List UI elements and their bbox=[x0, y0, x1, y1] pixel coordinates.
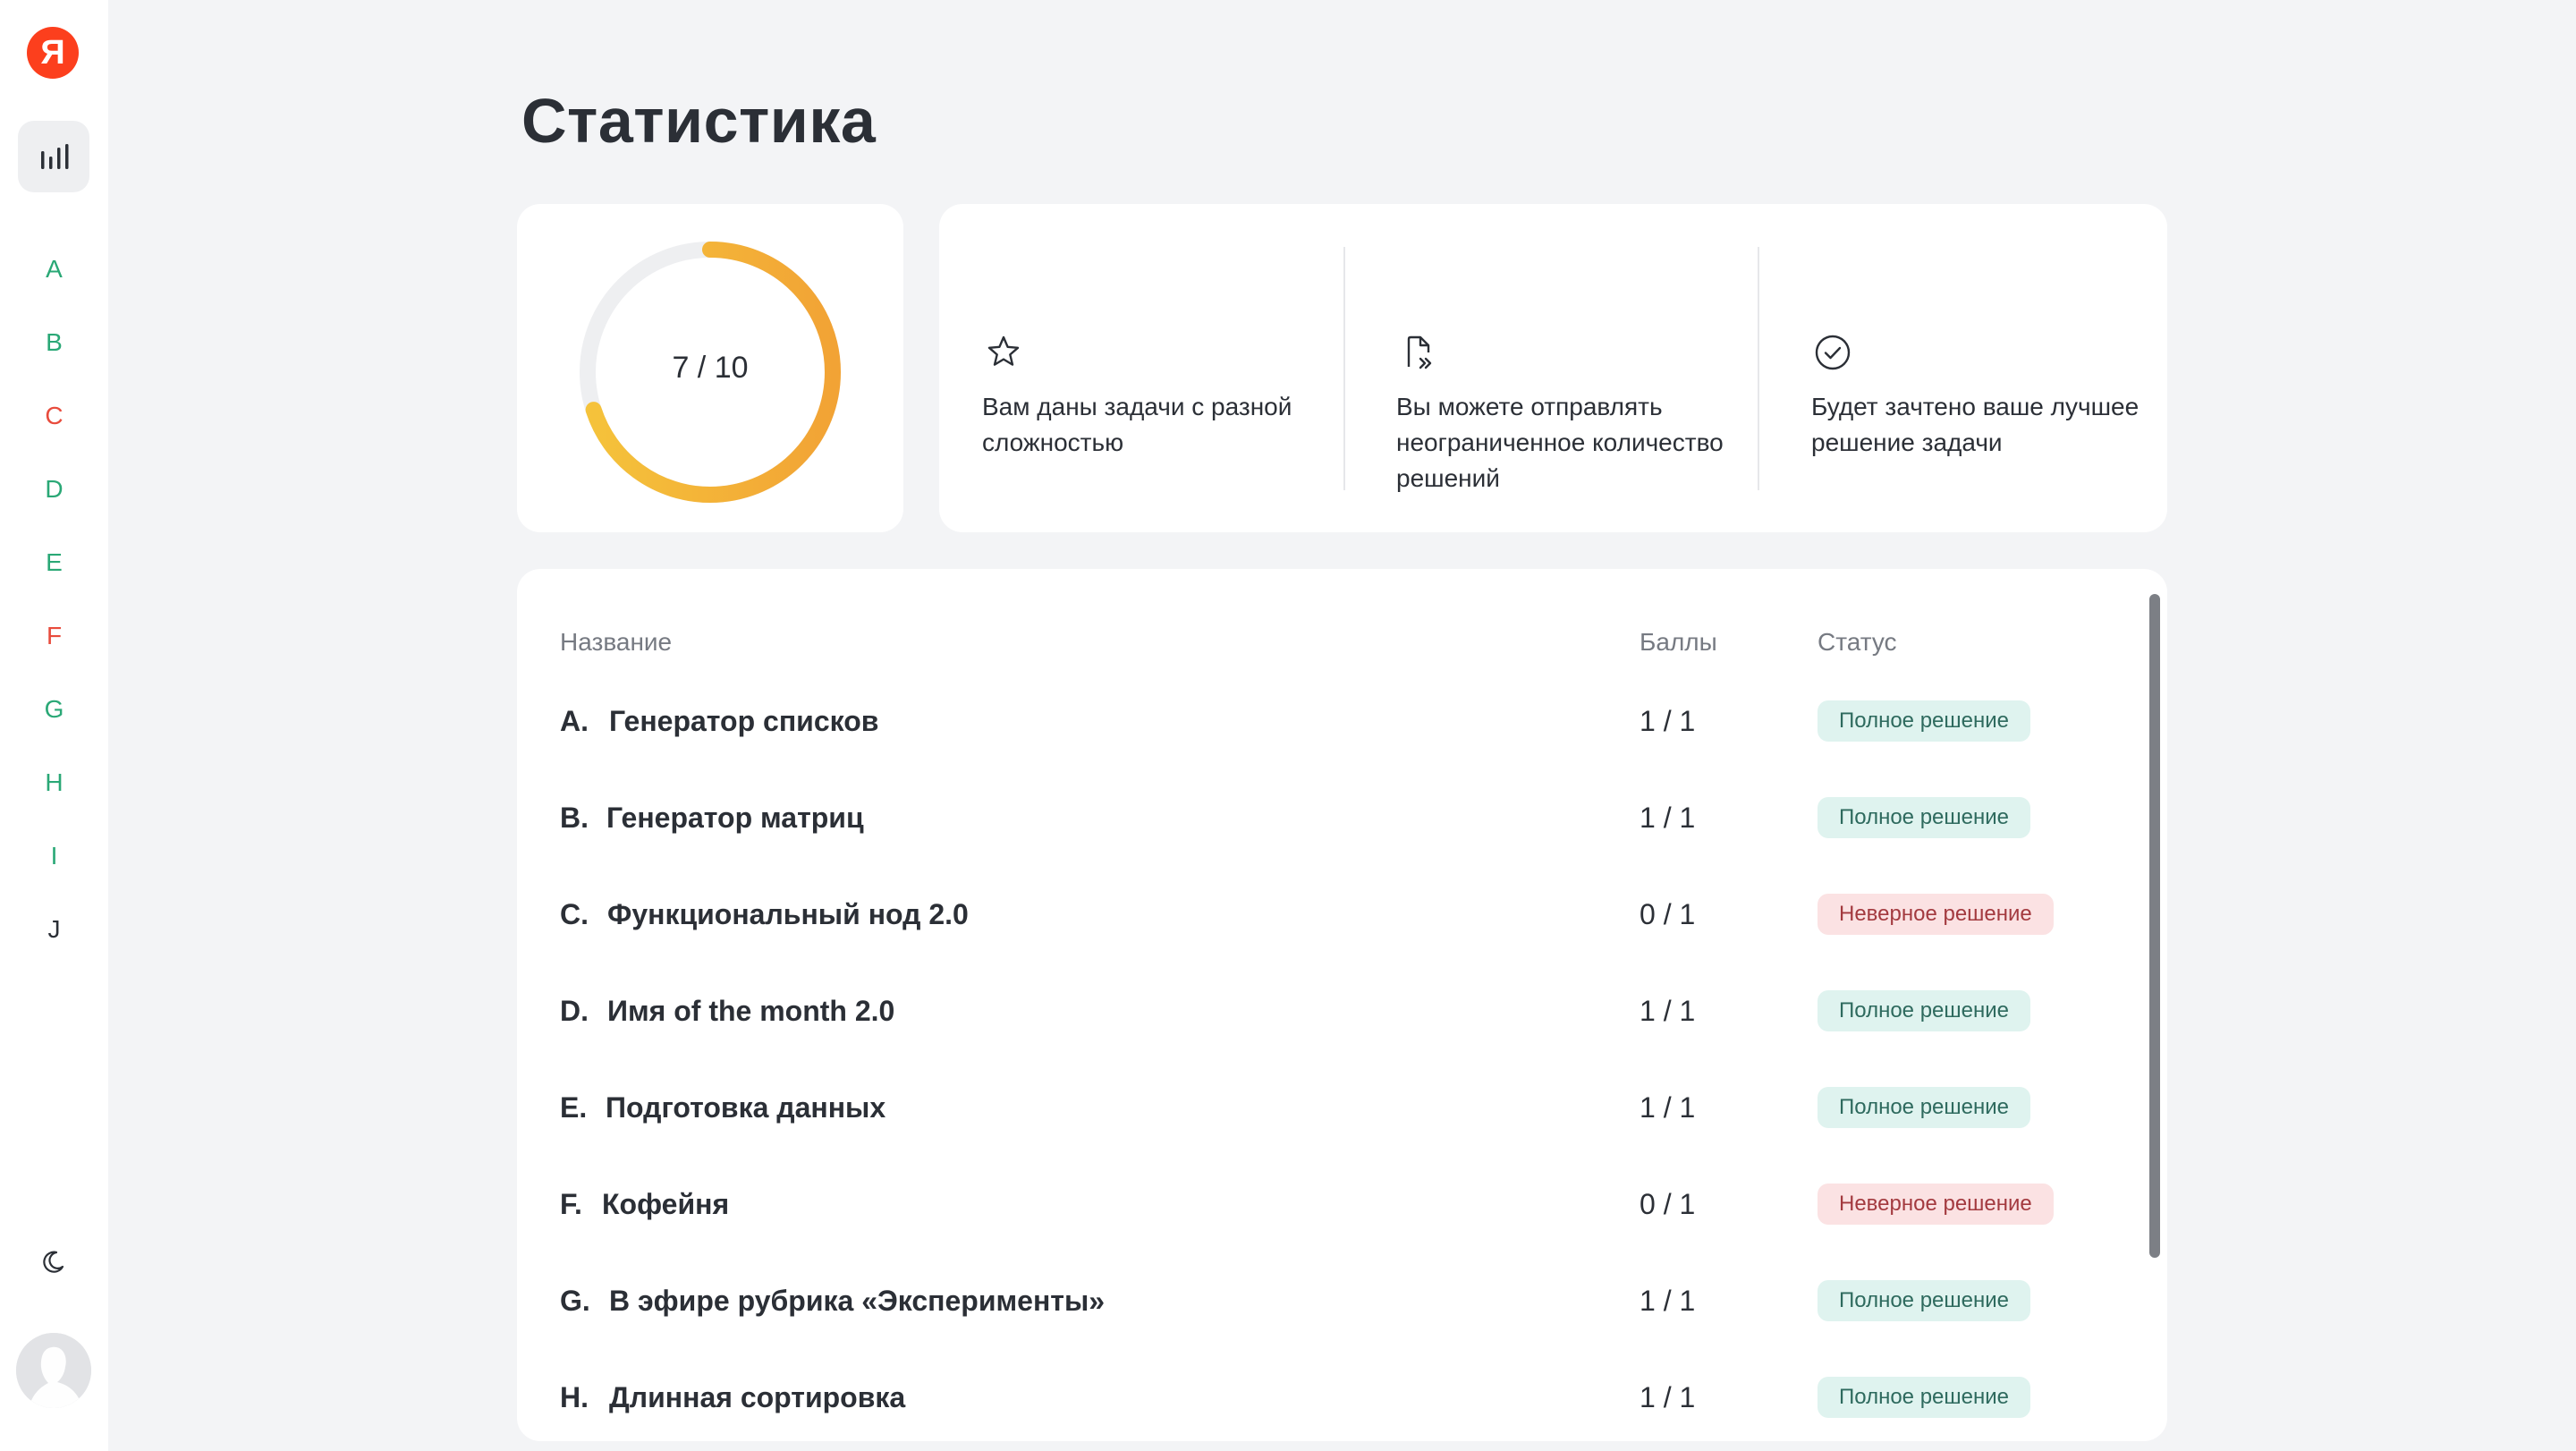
info-text: Вам даны задачи с разной сложностью bbox=[982, 393, 1292, 456]
yandex-logo[interactable]: Я bbox=[27, 27, 79, 79]
status-badge: Полное решение bbox=[1818, 700, 2030, 742]
problem-name-link[interactable]: Подготовка данных bbox=[606, 1081, 886, 1134]
problem-letter: H. bbox=[560, 1381, 589, 1413]
table-row[interactable]: H. Длинная сортировка 1 / 1 Полное решение bbox=[560, 1370, 2116, 1424]
sidebar: Я A B C D E F G H I J bbox=[0, 0, 108, 1451]
sidebar-problem-j[interactable]: J bbox=[0, 912, 108, 947]
file-forward-icon bbox=[1407, 335, 1432, 369]
problem-score: 1 / 1 bbox=[1640, 1285, 1696, 1317]
table-row[interactable]: B. Генератор матриц 1 / 1 Полное решение bbox=[560, 791, 2116, 844]
star-icon bbox=[987, 335, 1020, 366]
status-badge: Полное решение bbox=[1818, 1377, 2030, 1418]
problem-letter: B. bbox=[560, 802, 589, 834]
moon-icon bbox=[43, 1251, 64, 1273]
info-item-unlimited: Вы можете отправлять неограниченное коли… bbox=[1353, 204, 1758, 532]
info-item-best-solution: Будет зачтено ваше лучшее решение задачи bbox=[1768, 204, 2167, 532]
divider bbox=[1758, 247, 1759, 490]
column-header-score: Баллы bbox=[1640, 628, 1717, 656]
problem-name-link[interactable]: Кофейня bbox=[602, 1177, 729, 1231]
problem-letter: A. bbox=[560, 705, 589, 737]
problem-letter: C. bbox=[560, 898, 589, 930]
table-row[interactable]: E. Подготовка данных 1 / 1 Полное решение bbox=[560, 1081, 2116, 1134]
user-avatar[interactable] bbox=[16, 1333, 91, 1408]
problem-name-link[interactable]: В эфире рубрика «Эксперименты» bbox=[609, 1274, 1105, 1328]
sidebar-problem-c[interactable]: C bbox=[0, 398, 108, 434]
problem-letter: E. bbox=[560, 1091, 588, 1124]
status-badge: Неверное решение bbox=[1818, 894, 2054, 935]
sidebar-problem-e[interactable]: E bbox=[0, 545, 108, 581]
info-card: Вам даны задачи с разной сложностью Вы м… bbox=[939, 204, 2167, 532]
problem-letter: D. bbox=[560, 995, 589, 1027]
problem-score: 0 / 1 bbox=[1640, 1188, 1696, 1220]
divider bbox=[1343, 247, 1345, 490]
problem-score: 1 / 1 bbox=[1640, 1381, 1696, 1413]
status-badge: Полное решение bbox=[1818, 797, 2030, 838]
table-row[interactable]: F. Кофейня 0 / 1 Неверное решение bbox=[560, 1177, 2116, 1231]
status-badge: Неверное решение bbox=[1818, 1184, 2054, 1225]
table-row[interactable]: A. Генератор списков 1 / 1 Полное решение bbox=[560, 694, 2116, 748]
status-badge: Полное решение bbox=[1818, 1280, 2030, 1321]
info-text: Будет зачтено ваше лучшее решение задачи bbox=[1811, 393, 2140, 456]
problem-name-link[interactable]: Функциональный нод 2.0 bbox=[607, 887, 969, 941]
problem-letter: F. bbox=[560, 1188, 582, 1220]
problem-score: 1 / 1 bbox=[1640, 995, 1696, 1027]
table-row[interactable]: D. Имя of the month 2.0 1 / 1 Полное решени… bbox=[560, 984, 2116, 1038]
sidebar-problem-a[interactable]: A bbox=[0, 251, 108, 287]
progress-value: 7 / 10 bbox=[672, 351, 749, 385]
column-header-status: Статус bbox=[1818, 628, 1897, 656]
info-item-difficulty: Вам даны задачи с разной сложностью bbox=[939, 204, 1343, 532]
progress-card: 7 / 10 bbox=[517, 204, 903, 532]
info-text: Вы можете отправлять неограниченное коли… bbox=[1396, 393, 1724, 492]
problem-name-link[interactable]: Длинная сортировка bbox=[609, 1370, 905, 1424]
problem-score: 0 / 1 bbox=[1640, 898, 1696, 930]
problem-name-link[interactable]: Генератор списков bbox=[609, 694, 878, 748]
problem-score: 1 / 1 bbox=[1640, 1091, 1696, 1124]
sidebar-problem-i[interactable]: I bbox=[0, 838, 108, 874]
problem-score: 1 / 1 bbox=[1640, 802, 1696, 834]
column-header-name: Название bbox=[560, 628, 673, 656]
status-badge: Полное решение bbox=[1818, 1087, 2030, 1128]
problem-letter: G. bbox=[560, 1285, 590, 1317]
problem-score: 1 / 1 bbox=[1640, 705, 1696, 737]
sidebar-problem-g[interactable]: G bbox=[0, 692, 108, 727]
status-badge: Полное решение bbox=[1818, 990, 2030, 1031]
statistics-button[interactable] bbox=[18, 121, 89, 192]
sidebar-problem-f[interactable]: F bbox=[0, 618, 108, 654]
problem-name-link[interactable]: Генератор матриц bbox=[606, 791, 864, 844]
scrollbar[interactable] bbox=[2149, 594, 2160, 1258]
table-row[interactable]: G. В эфире рубрика «Эксперименты» 1 / 1 Пол… bbox=[560, 1274, 2116, 1328]
user-silhouette-icon bbox=[16, 1333, 91, 1408]
sidebar-problem-h[interactable]: H bbox=[0, 765, 108, 801]
problem-name-link[interactable]: Имя of the month 2.0 bbox=[607, 984, 894, 1038]
page-title: Статистика bbox=[521, 86, 877, 156]
table-row[interactable]: C. Функциональный нод 2.0 0 / 1 Неверное ре… bbox=[560, 887, 2116, 941]
sidebar-problem-b[interactable]: B bbox=[0, 325, 108, 361]
bar-chart-icon bbox=[41, 144, 69, 169]
check-circle-icon bbox=[1815, 335, 1851, 370]
theme-toggle-button[interactable] bbox=[34, 1243, 72, 1281]
sidebar-problem-d[interactable]: D bbox=[0, 471, 108, 507]
